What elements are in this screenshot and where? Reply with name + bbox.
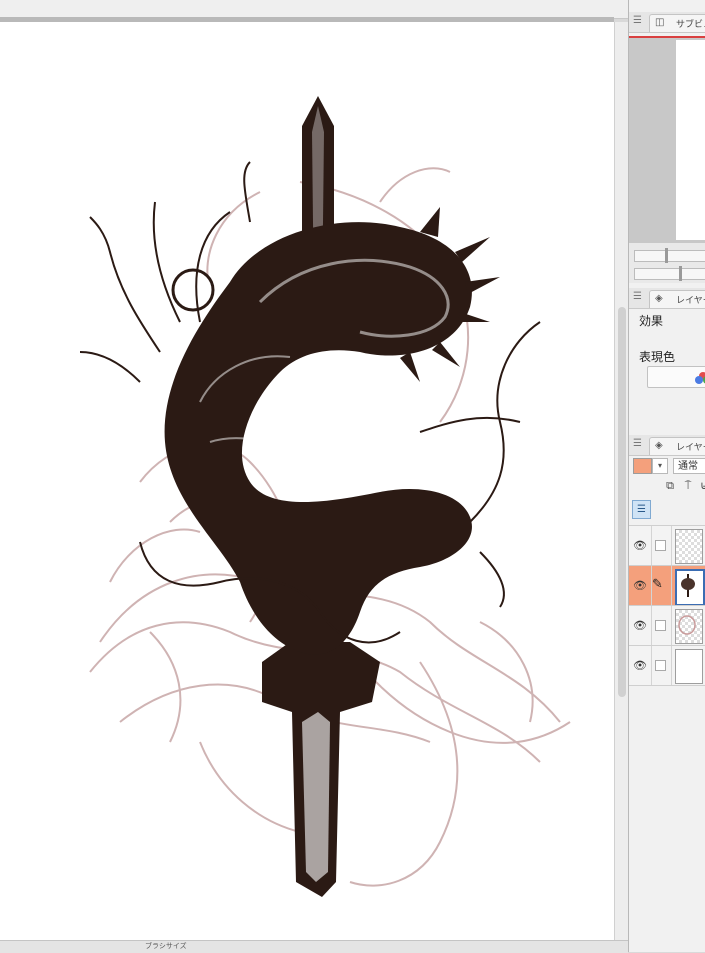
lock-icon[interactable]: ⊍: [698, 479, 705, 493]
eye-icon[interactable]: 👁: [633, 539, 647, 552]
expression-color-label: 表現色: [639, 350, 676, 364]
reference-icon[interactable]: ⍑: [682, 479, 694, 493]
zoom-slider-knob[interactable]: [665, 248, 668, 263]
layer-tab-bar: ☰ ◈ レイヤー: [629, 435, 705, 456]
sketch-thumbnail-icon: [678, 615, 696, 635]
layer-list-icon[interactable]: ☰: [632, 500, 651, 519]
layer-row[interactable]: 👁: [629, 525, 705, 566]
zoom-slider[interactable]: [634, 248, 705, 263]
layer-color-swatch[interactable]: [633, 458, 652, 474]
blend-mode-select[interactable]: 通常: [673, 458, 705, 474]
navigator-icon: ◫: [655, 17, 665, 28]
layers-icon: ◈: [655, 440, 663, 451]
tab-subview[interactable]: ◫ サブビュー: [649, 14, 705, 32]
artwork-dragon-sword: [79, 96, 571, 897]
brush-size-label: ブラシサイズ: [145, 942, 187, 950]
subview-sliders: [629, 243, 705, 283]
layer-row[interactable]: 👁: [629, 645, 705, 686]
eye-icon[interactable]: 👁: [633, 659, 647, 672]
subview-preview[interactable]: [629, 36, 705, 243]
layer-row[interactable]: 👁: [629, 605, 705, 646]
layer-row-active[interactable]: 👁 ✎: [629, 565, 705, 606]
tab-layer-property[interactable]: ◈ レイヤープロパティ: [649, 290, 705, 308]
layer-thumbnail: [675, 609, 703, 644]
color-wheel-icon: [695, 372, 705, 384]
vertical-scrollbar-thumb[interactable]: [618, 307, 626, 697]
status-bar: ブラシサイズ: [0, 940, 628, 953]
layer-thumbnail: [675, 529, 703, 564]
drawing-canvas[interactable]: [0, 22, 614, 940]
tab-layer[interactable]: ◈ レイヤー: [649, 437, 705, 455]
panel-menu-icon[interactable]: ☰: [633, 16, 642, 26]
layer-thumbnail: [675, 649, 703, 684]
panel-menu-icon[interactable]: ☰: [633, 439, 642, 449]
vertical-scrollbar[interactable]: [614, 22, 629, 940]
effect-label: 効果: [639, 314, 664, 328]
layer-property-tab-bar: ☰ ◈ レイヤープロパティ: [629, 288, 705, 309]
tab-layer-property-label: レイヤープロパティ: [676, 296, 705, 306]
chevron-down-icon[interactable]: ▾: [652, 458, 668, 474]
dragon-thumbnail-icon: [681, 574, 695, 597]
expression-color-button[interactable]: [647, 366, 705, 388]
right-panel: ☰ ◫ サブビュー ☰ ◈ レイヤープロパティ 効果 表現色 ☰ ◈ レイヤー ▾ 通…: [628, 0, 705, 952]
tab-subview-label: サブビュー: [676, 20, 705, 30]
rotate-slider[interactable]: [634, 266, 705, 281]
panel-menu-icon[interactable]: ☰: [633, 292, 642, 302]
rotate-slider-knob[interactable]: [679, 266, 682, 281]
layer-property-icon: ◈: [655, 293, 663, 304]
subview-canvas-thumbnail: [676, 40, 705, 240]
pen-icon: ✎: [652, 577, 663, 592]
layer-thumbnail: [675, 569, 705, 606]
tab-layer-label: レイヤー: [676, 443, 705, 453]
clip-icon[interactable]: ⧉: [664, 479, 676, 493]
layer-toolbar: ▾ 通常 ⧉ ⍑ ⊍ ☰: [629, 455, 705, 525]
canvas-top-strip: [0, 0, 628, 22]
eye-icon[interactable]: 👁: [633, 579, 647, 592]
layer-edit-checkbox[interactable]: [655, 620, 666, 631]
pearl: [171, 268, 215, 312]
subview-tab-bar: ☰ ◫ サブビュー: [629, 12, 705, 33]
eye-icon[interactable]: 👁: [633, 619, 647, 632]
layer-edit-checkbox[interactable]: [655, 660, 666, 671]
layer-edit-checkbox[interactable]: [655, 540, 666, 551]
